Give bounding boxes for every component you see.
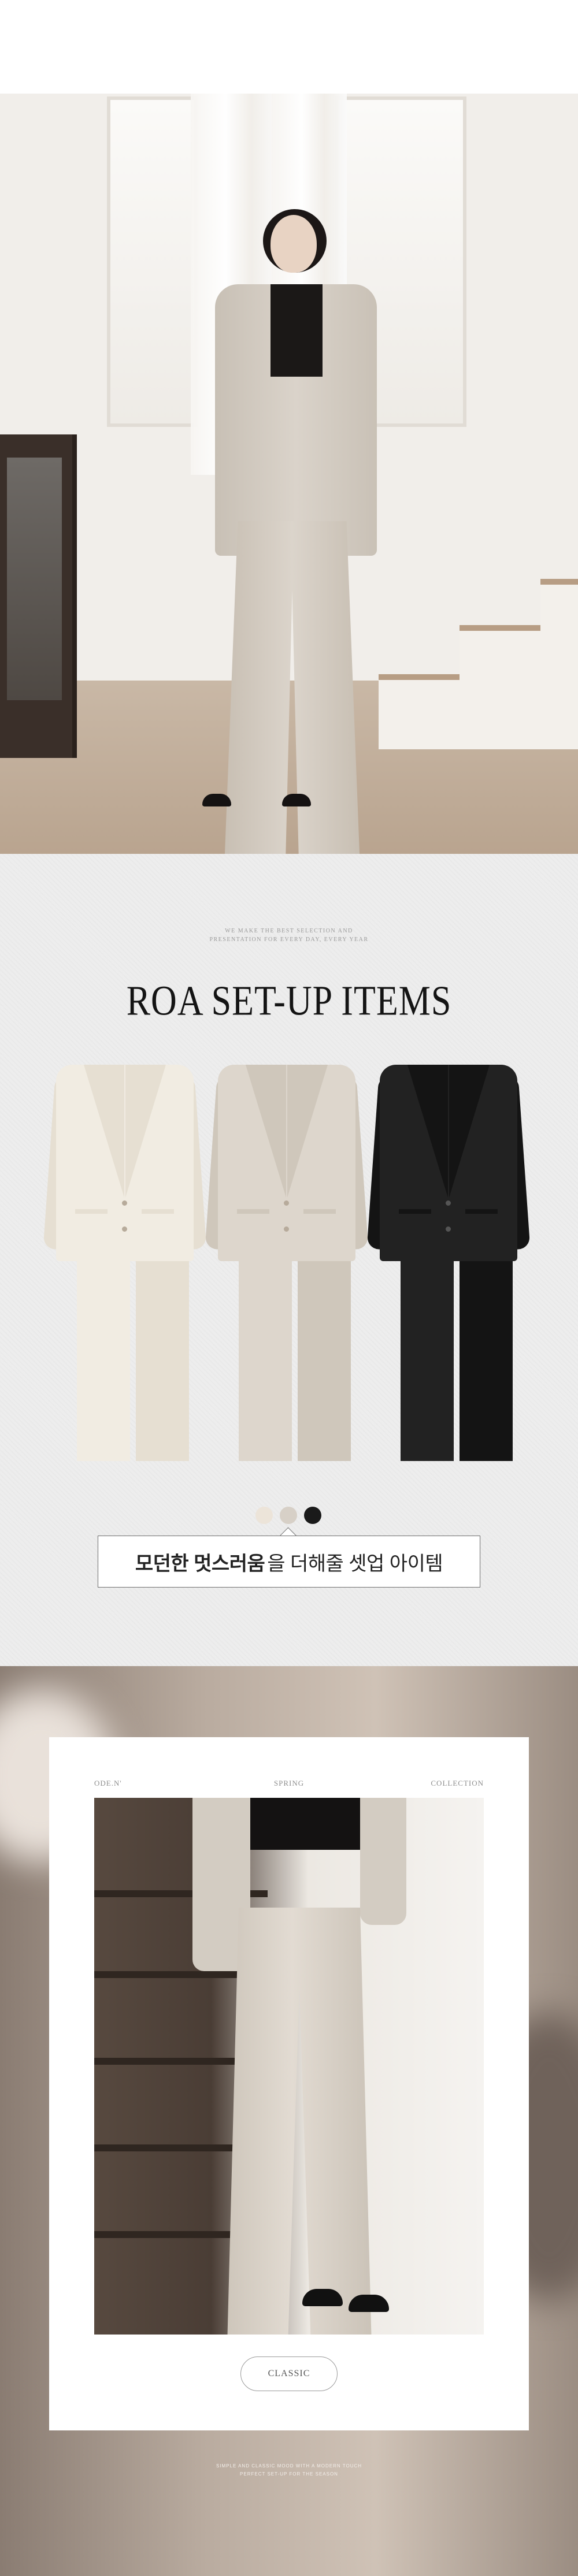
suit-trouser-leg-right <box>460 1261 513 1461</box>
black-suit <box>366 1065 531 1463</box>
stair-step-3 <box>540 579 578 637</box>
hero-photo <box>0 94 578 854</box>
photo-black-top <box>244 1798 360 1850</box>
swatch-ivory[interactable] <box>255 1507 273 1524</box>
suit-trouser-leg-right <box>298 1261 351 1461</box>
suit-trouser-leg-left <box>239 1261 292 1461</box>
slogan-box: 모던한 멋스러움 을 더해줄 셋업 아이템 <box>98 1536 480 1588</box>
model-shoe-left <box>202 794 231 806</box>
suit-button <box>284 1226 289 1232</box>
model-inner-top <box>271 284 323 377</box>
photo-heel-right <box>349 2295 389 2312</box>
lookbook-footer-caption: SIMPLE AND CLASSIC MOOD WITH A MODERN TO… <box>0 2462 578 2478</box>
classic-badge: CLASSIC <box>240 2356 338 2391</box>
suit-pocket <box>399 1209 431 1214</box>
card-label-right: COLLECTION <box>431 1779 484 1787</box>
suit-button <box>446 1226 451 1232</box>
suit-button <box>446 1200 451 1206</box>
suit-trouser-leg-left <box>401 1261 454 1461</box>
footer-caption-line-2: PERFECT SET-UP FOR THE SEASON <box>240 2471 338 2477</box>
collection-heading: ROA SET-UP ITEMS <box>126 977 452 1024</box>
suit-pocket <box>465 1209 498 1214</box>
photo-heel-left <box>302 2289 343 2306</box>
suit-pocket <box>142 1209 174 1214</box>
cabinet-glass <box>7 458 62 700</box>
collection-section: WE MAKE THE BEST SELECTION AND PRESENTAT… <box>0 854 578 1666</box>
photo-blazer-right <box>360 1798 406 1925</box>
model-face <box>271 215 317 273</box>
suit-button <box>122 1226 127 1232</box>
footer-caption-line-1: SIMPLE AND CLASSIC MOOD WITH A MODERN TO… <box>216 2463 362 2469</box>
ivory-suit <box>43 1065 207 1463</box>
swatch-black[interactable] <box>304 1507 321 1524</box>
swatch-beige[interactable] <box>280 1507 297 1524</box>
slogan-bold: 모던한 멋스러움 <box>135 1552 265 1575</box>
suit-pocket <box>303 1209 336 1214</box>
suit-button <box>122 1200 127 1206</box>
suit-jacket <box>56 1065 194 1261</box>
suit-jacket <box>218 1065 355 1261</box>
lookbook-section: ODE.N' SPRING COLLECTION CLASSIC SIMPLE … <box>0 1666 578 2576</box>
suit-trouser-leg-right <box>136 1261 189 1461</box>
lookbook-card: ODE.N' SPRING COLLECTION CLASSIC <box>49 1737 529 2430</box>
hero-window-left <box>107 96 198 427</box>
suit-trouser-leg-left <box>77 1261 130 1461</box>
beige-suit <box>205 1065 369 1463</box>
suit-pocket <box>237 1209 269 1214</box>
caption-line-1: WE MAKE THE BEST SELECTION AND <box>225 928 353 934</box>
model-shoe-right <box>282 794 311 806</box>
slogan-rest: 을 더해줄 셋업 아이템 <box>267 1552 443 1575</box>
lookbook-photo <box>94 1798 484 2335</box>
suit-button <box>284 1200 289 1206</box>
caption-line-2: PRESENTATION FOR EVERY DAY, EVERY YEAR <box>209 936 369 943</box>
suit-jacket <box>380 1065 517 1261</box>
hero-cabinet <box>0 434 77 758</box>
suit-pocket <box>75 1209 108 1214</box>
